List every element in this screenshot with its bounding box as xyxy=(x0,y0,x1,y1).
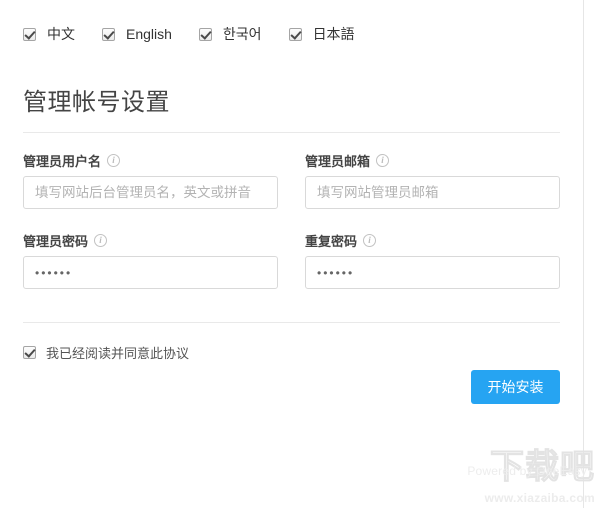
field-repeat-password: 重复密码 i xyxy=(305,232,560,289)
info-circle-icon[interactable]: i xyxy=(94,234,107,247)
agreement-label: 我已经阅读并同意此协议 xyxy=(46,343,189,362)
checkbox-checked-icon[interactable] xyxy=(289,28,302,41)
label-repeat-password: 重复密码 i xyxy=(305,232,560,248)
installer-page: 中文 English 한국어 日本語 管理帐号设置 管理员用户名 i xyxy=(0,0,583,508)
language-selector: 中文 English 한국어 日本語 xyxy=(23,24,355,44)
divider-top xyxy=(23,132,560,133)
label-text: 管理员邮箱 xyxy=(305,151,370,170)
form-row-credentials: 管理员用户名 i 管理员邮箱 i xyxy=(23,152,560,209)
admin-password-input[interactable] xyxy=(23,256,278,289)
label-text: 管理员用户名 xyxy=(23,151,101,170)
language-label: English xyxy=(126,26,172,42)
info-circle-icon[interactable]: i xyxy=(363,234,376,247)
field-admin-username: 管理员用户名 i xyxy=(23,152,278,209)
language-option-chinese[interactable]: 中文 xyxy=(23,24,75,44)
info-circle-icon[interactable]: i xyxy=(107,154,120,167)
field-admin-email: 管理员邮箱 i xyxy=(305,152,560,209)
field-admin-password: 管理员密码 i xyxy=(23,232,278,289)
label-text: 管理员密码 xyxy=(23,231,88,250)
checkbox-checked-icon[interactable] xyxy=(23,28,36,41)
start-install-button[interactable]: 开始安装 xyxy=(471,370,560,404)
repeat-password-input[interactable] xyxy=(305,256,560,289)
label-text: 重复密码 xyxy=(305,231,357,250)
language-label: 한국어 xyxy=(223,24,262,44)
language-option-japanese[interactable]: 日本語 xyxy=(289,24,355,44)
info-circle-icon[interactable]: i xyxy=(376,154,389,167)
checkbox-checked-icon[interactable] xyxy=(102,28,115,41)
admin-email-input[interactable] xyxy=(305,176,560,209)
label-admin-password: 管理员密码 i xyxy=(23,232,278,248)
checkbox-checked-icon[interactable] xyxy=(23,346,36,359)
language-option-english[interactable]: English xyxy=(102,26,172,42)
divider-bottom xyxy=(23,322,560,323)
language-option-korean[interactable]: 한국어 xyxy=(199,24,262,44)
page-title: 管理帐号设置 xyxy=(23,82,170,117)
agreement-row[interactable]: 我已经阅读并同意此协议 xyxy=(23,343,189,362)
admin-username-input[interactable] xyxy=(23,176,278,209)
label-admin-email: 管理员邮箱 i xyxy=(305,152,560,168)
language-label: 日本語 xyxy=(313,24,355,44)
form-row-passwords: 管理员密码 i 重复密码 i xyxy=(23,232,560,289)
language-label: 中文 xyxy=(47,24,75,44)
label-admin-username: 管理员用户名 i xyxy=(23,152,278,168)
checkbox-checked-icon[interactable] xyxy=(199,28,212,41)
viewport-right-edge xyxy=(583,0,605,508)
